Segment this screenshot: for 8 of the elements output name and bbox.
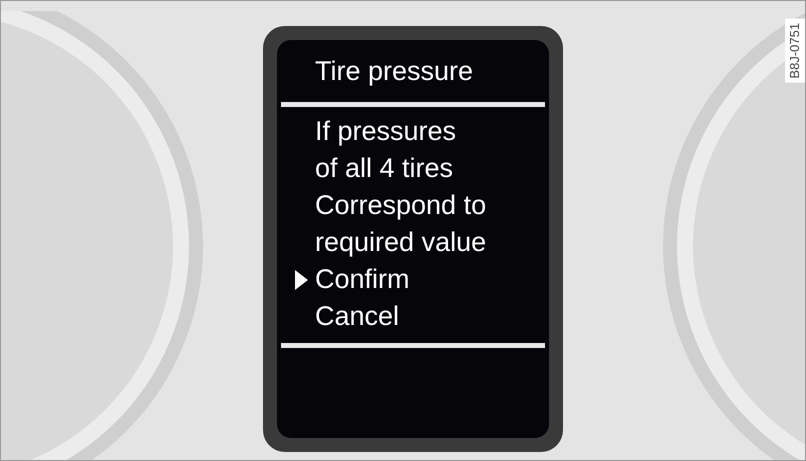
menu-option[interactable]: Cancel	[277, 298, 400, 335]
menu-option[interactable]: Confirm	[277, 261, 410, 298]
screen-title: Tire pressure	[314, 55, 474, 88]
message-line: If pressures	[314, 115, 458, 148]
figure-code: B8J-0751	[785, 18, 805, 83]
message-line: of all 4 tires	[314, 152, 454, 185]
message-line: required value	[314, 226, 488, 259]
message-line: Correspond to	[314, 189, 488, 222]
